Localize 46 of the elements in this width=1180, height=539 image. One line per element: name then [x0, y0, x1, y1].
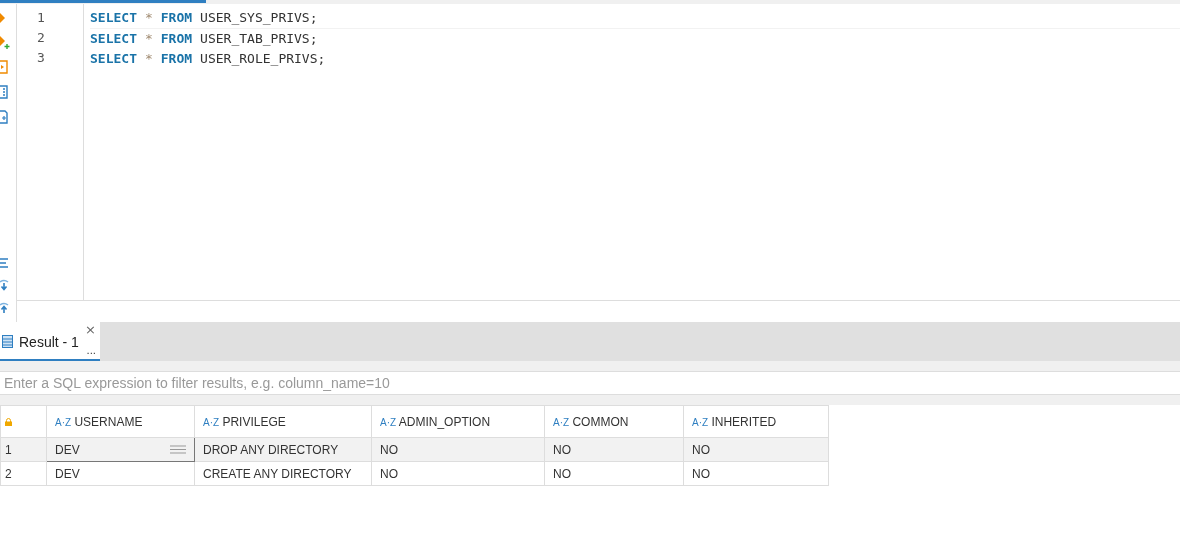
code-token: SELECT	[90, 50, 137, 68]
code-token: SELECT	[90, 9, 137, 27]
code-token: SELECT	[90, 30, 137, 48]
lock-icon	[5, 417, 12, 426]
table-cell: NO	[544, 461, 684, 486]
download-icon[interactable]	[0, 279, 9, 291]
document-icon[interactable]	[0, 85, 8, 99]
grid-icon	[2, 335, 13, 348]
table-cell: DROP ANY DIRECTORY	[194, 437, 372, 462]
table-cell: NO	[544, 437, 684, 462]
upload-icon[interactable]	[0, 302, 9, 314]
column-header[interactable]: A·Z ADMIN_OPTION	[371, 405, 545, 438]
code-token: *	[144, 50, 153, 68]
table-cell: NO	[371, 437, 545, 462]
column-header[interactable]: A·Z PRIVILEGE	[194, 405, 372, 438]
column-header[interactable]: A·Z USERNAME	[46, 405, 195, 438]
code-token: *	[144, 9, 153, 27]
code-token: FROM	[160, 30, 193, 48]
column-header[interactable]: A·Z INHERITED	[683, 405, 829, 438]
line-number: 2	[36, 29, 46, 47]
menu-icon[interactable]	[170, 445, 186, 454]
filter-field[interactable]: Enter a SQL expression to filter results, e.g. column_name=10	[0, 371, 1180, 395]
new-file-icon[interactable]	[0, 110, 8, 124]
code-token: FROM	[160, 50, 193, 68]
close-icon[interactable]: ×	[85, 322, 96, 338]
table-cell: DEV	[46, 461, 195, 486]
table-cell: NO	[683, 437, 829, 462]
table-cell: NO	[683, 461, 829, 486]
code-token: FROM	[160, 9, 193, 27]
code-token: USER_SYS_PRIVS;	[200, 9, 318, 27]
run-icon[interactable]	[0, 12, 6, 24]
run-new-tab-icon[interactable]	[0, 35, 10, 49]
more-icon[interactable]: ...	[86, 346, 96, 356]
table-cell: NO	[371, 461, 545, 486]
line-number: 3	[36, 49, 46, 67]
row-number: 1	[0, 437, 47, 462]
table-cell: CREATE ANY DIRECTORY	[194, 461, 372, 486]
row-number: 2	[0, 461, 47, 486]
code-token: USER_TAB_PRIVS;	[200, 30, 318, 48]
code-token: *	[144, 30, 153, 48]
table-cell[interactable]: DEV	[46, 437, 195, 462]
format-icon[interactable]	[0, 258, 8, 268]
script-run-icon[interactable]	[0, 60, 8, 74]
line-number: 1	[36, 9, 46, 27]
code-token: USER_ROLE_PRIVS;	[200, 50, 326, 68]
column-header[interactable]: A·Z COMMON	[544, 405, 684, 438]
